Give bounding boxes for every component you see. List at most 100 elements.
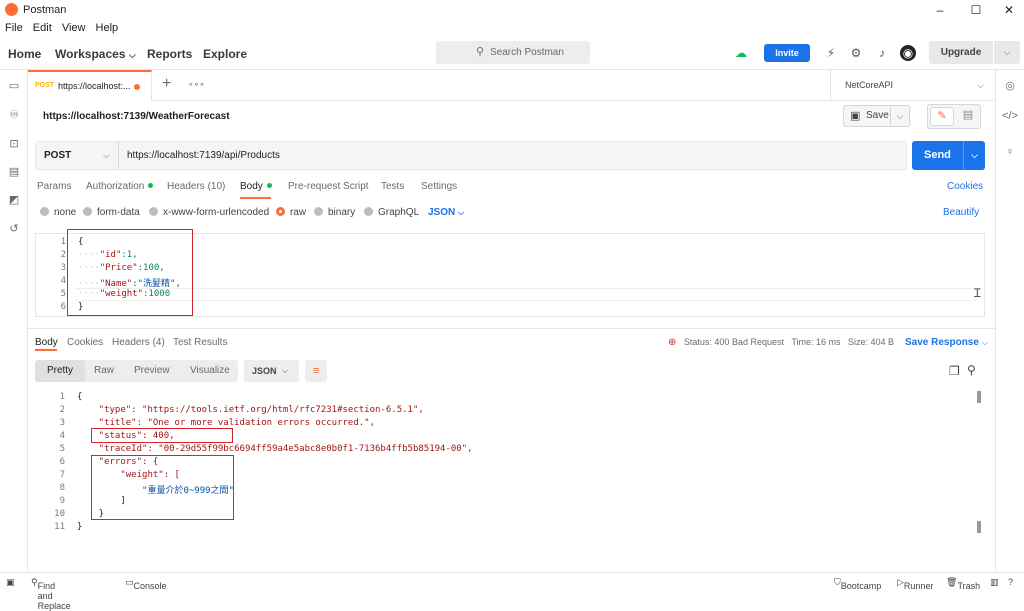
new-tab-plus-icon[interactable]: + — [162, 75, 171, 93]
line-number: 7 — [59, 470, 65, 480]
menu-edit[interactable]: Edit — [28, 20, 52, 34]
save-response-button[interactable]: Save Response ⌵ — [905, 337, 988, 348]
collections-icon[interactable]: ▭ — [6, 78, 22, 94]
tab-method: POST — [35, 82, 55, 89]
save-response-label: Save Response — [905, 337, 979, 348]
nav-reports[interactable]: Reports — [147, 47, 192, 61]
upgrade-dropdown-button[interactable]: ⌵ — [994, 41, 1020, 64]
view-raw[interactable]: Raw — [94, 365, 114, 376]
sync-status-icon[interactable]: ☁ — [733, 45, 749, 61]
view-visualize[interactable]: Visualize — [190, 365, 230, 376]
postman-logo-icon — [5, 3, 18, 16]
radio-binary[interactable]: binary — [314, 207, 355, 218]
scrollbar-thumb[interactable] — [977, 391, 981, 403]
copy-icon[interactable]: ❐ — [949, 364, 960, 378]
tab-authorization[interactable]: Authorization — [86, 181, 154, 192]
line-number: 11 — [54, 522, 65, 532]
find-replace-button[interactable]: ⚲ Find and Replace — [31, 577, 71, 611]
chevron-down-icon: ⌵ — [981, 338, 988, 347]
toggle-sidebar-icon[interactable]: ▣ — [6, 577, 15, 588]
tab-params[interactable]: Params — [37, 181, 71, 192]
close-button[interactable]: ✕ — [994, 1, 1024, 19]
right-sidebar: ◎ </> ♀ — [995, 70, 1024, 572]
response-tab-test-results[interactable]: Test Results — [173, 337, 227, 348]
body-format-select[interactable]: JSON ⌵ — [428, 207, 464, 218]
upgrade-button[interactable]: Upgrade — [929, 41, 993, 64]
settings-gear-icon[interactable]: ⚙ — [848, 45, 864, 61]
radio-form-data[interactable]: form-data — [83, 207, 140, 218]
environments-icon[interactable]: ⊡ — [6, 136, 22, 152]
satellite-icon[interactable]: ⚡ — [823, 45, 839, 61]
edit-pencil-icon[interactable]: ✎ — [930, 107, 954, 126]
comments-icon[interactable]: ▤ — [957, 107, 979, 126]
menu-help[interactable]: Help — [91, 20, 119, 34]
menu-file[interactable]: File — [0, 20, 23, 34]
radio-none[interactable]: none — [40, 207, 76, 218]
maximize-button[interactable]: ☐ — [961, 1, 991, 19]
monitors-icon[interactable]: ◩ — [6, 192, 22, 208]
line-number: 4 — [59, 431, 65, 441]
tab-headers[interactable]: Headers (10) — [167, 181, 225, 192]
nav-workspaces[interactable]: Workspaces ⌵ — [55, 47, 136, 61]
invite-button[interactable]: Invite — [764, 44, 810, 62]
line-number: 6 — [60, 302, 66, 312]
line-number: 6 — [59, 457, 65, 467]
view-pretty[interactable]: Pretty — [35, 360, 85, 382]
request-tab[interactable]: POST https://localhost:... — [28, 70, 152, 101]
radio-graphql[interactable]: GraphQL — [364, 207, 419, 218]
search-icon[interactable]: ⚲ — [967, 363, 976, 377]
save-dropdown-button[interactable]: ⌵ — [890, 105, 910, 127]
lightbulb-icon[interactable]: ♀ — [1002, 144, 1018, 160]
menu-view[interactable]: View — [57, 20, 86, 34]
code-icon[interactable]: </> — [1002, 108, 1018, 124]
method-select[interactable]: POST ⌵ — [35, 141, 119, 170]
request-name: https://localhost:7139/WeatherForecast — [43, 111, 230, 122]
environment-selector[interactable]: NetCoreAPI ⌵ — [830, 70, 995, 101]
tab-settings[interactable]: Settings — [421, 181, 457, 192]
bootcamp-button[interactable]: ⛉ Bootcamp — [834, 577, 881, 591]
console-button[interactable]: ▭ Console — [125, 577, 167, 591]
cookies-link[interactable]: Cookies — [947, 181, 983, 192]
radio-none-label: none — [54, 207, 77, 218]
tab-body[interactable]: Body — [240, 181, 272, 192]
response-tab-body[interactable]: Body — [35, 337, 58, 348]
nav-explore[interactable]: Explore — [203, 47, 247, 61]
trash-button[interactable]: 🗑 Trash — [946, 577, 980, 591]
notifications-bell-icon[interactable]: ♪ — [874, 45, 890, 61]
response-tab-headers[interactable]: Headers (4) — [112, 337, 165, 348]
send-button[interactable]: Send ⌵ — [912, 141, 985, 170]
mock-servers-icon[interactable]: ▤ — [6, 164, 22, 180]
save-icon: ▣ — [850, 110, 861, 122]
view-preview[interactable]: Preview — [134, 365, 170, 376]
radio-x-www-form-urlencoded[interactable]: x-www-form-urlencoded — [149, 207, 269, 218]
radio-raw[interactable]: raw — [276, 207, 306, 218]
eye-icon[interactable]: ◎ — [1002, 78, 1018, 94]
left-sidebar: ▭ ♾ ⊡ ▤ ◩ ↺ — [0, 70, 28, 572]
search-input[interactable]: ⚲ Search Postman — [436, 41, 590, 64]
url-input[interactable]: https://localhost:7139/api/Products — [118, 141, 907, 170]
tab-body-label: Body — [240, 181, 263, 192]
avatar[interactable]: ◉ — [900, 45, 916, 61]
radio-graphql-label: GraphQL — [378, 207, 420, 218]
two-pane-icon[interactable]: ▥ — [990, 577, 999, 588]
send-dropdown-icon[interactable]: ⌵ — [963, 141, 985, 170]
wrap-lines-icon[interactable]: ≡ — [305, 360, 327, 382]
scrollbar-thumb[interactable] — [977, 521, 981, 533]
beautify-link[interactable]: Beautify — [943, 207, 979, 218]
response-format-select[interactable]: JSON ⌵ — [244, 360, 299, 382]
more-tabs-icon[interactable]: ∘∘∘ — [188, 79, 205, 90]
method-label: POST — [44, 150, 72, 161]
chevron-down-icon: ⌵ — [458, 208, 465, 217]
help-icon[interactable]: ? — [1008, 577, 1013, 587]
nav-home[interactable]: Home — [8, 47, 41, 61]
minimize-button[interactable]: – — [925, 1, 955, 19]
apis-icon[interactable]: ♾ — [6, 107, 22, 123]
runner-button[interactable]: ▷ Runner — [897, 577, 933, 591]
tab-tests[interactable]: Tests — [381, 181, 404, 192]
save-button[interactable]: ▣ Save — [843, 105, 891, 127]
response-tab-cookies[interactable]: Cookies — [67, 337, 103, 348]
tab-prerequest-script[interactable]: Pre-request Script — [288, 181, 369, 192]
response-divider[interactable] — [28, 328, 995, 329]
line-number: 10 — [54, 509, 65, 519]
history-icon[interactable]: ↺ — [6, 221, 22, 237]
